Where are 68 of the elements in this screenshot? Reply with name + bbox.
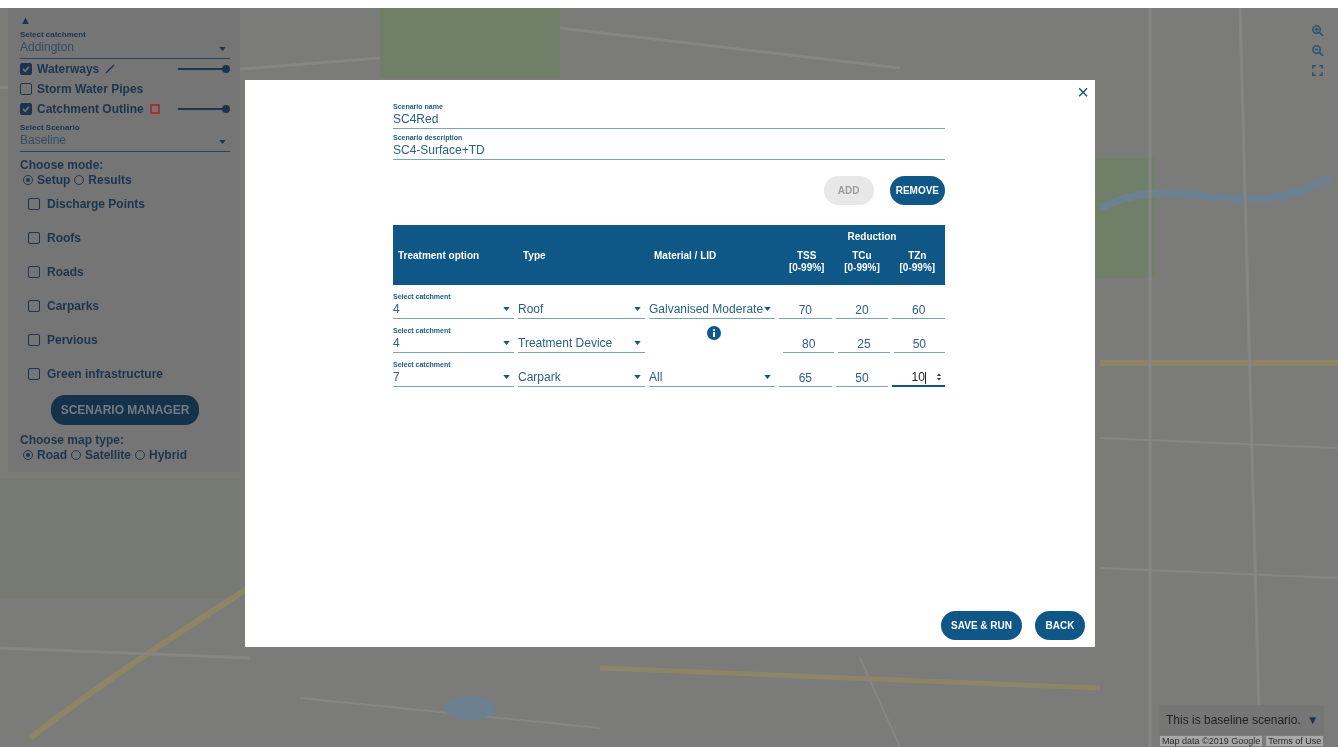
- line-symbol-icon: [104, 63, 117, 75]
- checkbox[interactable]: [20, 103, 32, 115]
- range-label: [0-99%]: [899, 262, 936, 274]
- checkbox[interactable]: [20, 63, 32, 75]
- material-select[interactable]: Galvanised Moderate: [649, 301, 775, 319]
- checkbox[interactable]: [20, 83, 32, 95]
- column-header: TCu: [852, 250, 872, 262]
- checkbox[interactable]: [28, 232, 40, 244]
- caret-icon: [634, 375, 641, 379]
- type-select[interactable]: Roof: [518, 301, 645, 319]
- caret-icon: [503, 341, 510, 345]
- caret-icon: [764, 375, 771, 379]
- reduction-input[interactable]: 25: [838, 335, 890, 353]
- column-header: Type: [522, 248, 547, 263]
- column-header: Material / LID: [653, 248, 718, 263]
- reduction-input[interactable]: 50: [893, 335, 945, 353]
- reduction-input[interactable]: 65: [779, 369, 832, 387]
- mode-heading: Choose mode:: [20, 158, 105, 173]
- back-button[interactable]: BACK: [1035, 611, 1085, 640]
- zoom-in-icon[interactable]: [1311, 24, 1324, 37]
- caret-icon: [503, 307, 510, 311]
- reduction-input[interactable]: 20: [835, 301, 889, 319]
- caret-icon: [634, 307, 641, 311]
- checkbox[interactable]: [28, 368, 40, 380]
- column-header: TSS: [796, 250, 817, 262]
- caret-icon: [219, 47, 226, 51]
- material-select[interactable]: All: [649, 369, 775, 387]
- square-symbol-icon: [148, 103, 161, 115]
- range-label: [0-99%]: [844, 262, 880, 274]
- type-select[interactable]: Carpark: [518, 369, 645, 387]
- save-and-run-button[interactable]: SAVE & RUN: [941, 611, 1022, 640]
- caret-icon: [634, 341, 641, 345]
- checkbox[interactable]: [28, 266, 40, 278]
- feature-label: Pervious: [47, 333, 98, 347]
- checkbox[interactable]: [28, 300, 40, 312]
- caret-icon: [503, 375, 510, 379]
- type-select[interactable]: Treatment Device: [518, 335, 645, 353]
- checkbox[interactable]: [28, 198, 40, 210]
- feature-label: Discharge Points: [47, 197, 146, 211]
- checkbox[interactable]: [28, 334, 40, 346]
- terms-link[interactable]: Terms of Use: [1266, 736, 1324, 746]
- close-button[interactable]: ×: [1077, 82, 1089, 102]
- feature-label: Roofs: [47, 231, 81, 245]
- feature-label: Carparks: [47, 299, 100, 313]
- fullscreen-icon[interactable]: [1311, 64, 1324, 77]
- layer-label: Catchment Outline: [37, 102, 144, 116]
- map-type-heading: Choose map type:: [20, 433, 125, 448]
- feature-label: Green infrastructure: [47, 367, 164, 381]
- range-label: [0-99%]: [788, 262, 825, 274]
- map-data-text: Map data ©2019 Google: [1160, 736, 1263, 746]
- reduction-input[interactable]: 60: [892, 301, 945, 319]
- reduction-input[interactable]: 50: [835, 369, 889, 387]
- layer-label: Storm Water Pipes: [37, 82, 144, 96]
- spinner-icon[interactable]: [936, 372, 942, 382]
- caret-icon: [764, 307, 771, 311]
- layer-label: Waterways: [37, 62, 100, 76]
- reduction-input[interactable]: 80: [783, 335, 835, 353]
- feature-label: Roads: [47, 265, 84, 279]
- info-icon[interactable]: [707, 326, 721, 340]
- caret-icon: [219, 140, 226, 144]
- scenario-note-text: This is baseline scenario.: [1166, 713, 1301, 727]
- group-header: Reduction: [846, 231, 898, 242]
- remove-button[interactable]: REMOVE: [889, 176, 945, 205]
- column-header: Treatment option: [397, 248, 481, 263]
- reduction-input[interactable]: 10: [892, 369, 945, 387]
- column-header: TZn: [908, 250, 927, 262]
- zoom-out-icon[interactable]: [1311, 44, 1324, 57]
- reduction-input[interactable]: 70: [779, 301, 832, 319]
